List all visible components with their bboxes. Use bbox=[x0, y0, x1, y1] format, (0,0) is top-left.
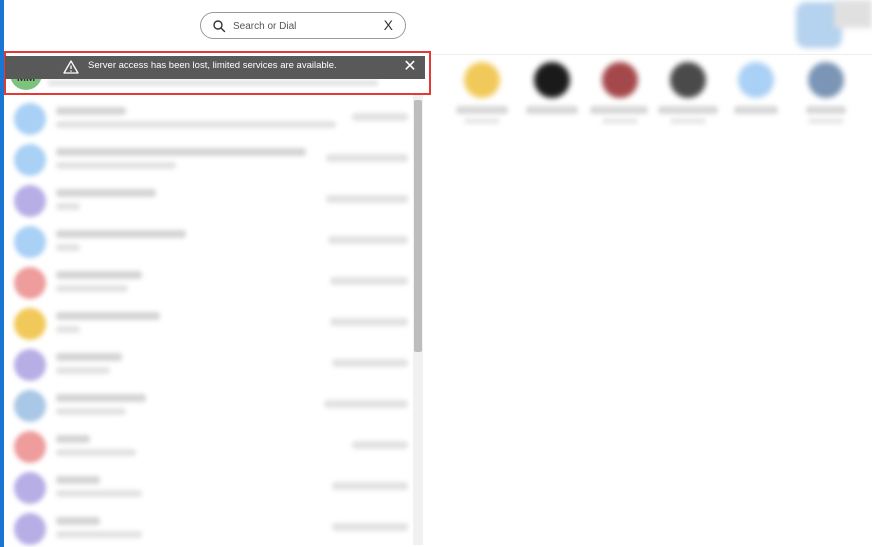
divider bbox=[426, 54, 872, 55]
search-bar[interactable]: X bbox=[200, 12, 406, 39]
list-item[interactable] bbox=[10, 470, 412, 506]
avatar bbox=[14, 103, 46, 135]
scrollbar-thumb[interactable] bbox=[414, 100, 422, 352]
avatar bbox=[14, 513, 46, 545]
contact-item[interactable] bbox=[584, 58, 654, 130]
contact-item[interactable] bbox=[652, 58, 722, 130]
search-clear-button[interactable]: X bbox=[384, 17, 393, 33]
avatar bbox=[14, 185, 46, 217]
avatar bbox=[14, 267, 46, 299]
list-item[interactable] bbox=[10, 183, 412, 219]
avatar bbox=[14, 431, 46, 463]
search-input[interactable] bbox=[233, 17, 373, 35]
list-item[interactable] bbox=[10, 347, 412, 383]
avatar bbox=[738, 62, 774, 98]
contact-item[interactable] bbox=[446, 58, 516, 130]
search-icon bbox=[213, 20, 226, 33]
list-item[interactable] bbox=[10, 429, 412, 465]
contact-item[interactable] bbox=[790, 58, 860, 130]
list-item[interactable] bbox=[10, 265, 412, 301]
contact-item[interactable] bbox=[720, 58, 790, 130]
list-item[interactable] bbox=[10, 101, 412, 137]
avatar bbox=[14, 308, 46, 340]
warning-icon bbox=[63, 60, 79, 74]
list-item[interactable] bbox=[10, 388, 412, 424]
list-item[interactable] bbox=[10, 306, 412, 342]
top-bar bbox=[4, 0, 872, 55]
avatar bbox=[14, 226, 46, 258]
avatar bbox=[670, 62, 706, 98]
window-controls bbox=[834, 0, 872, 28]
banner-message: Server access has been lost, limited ser… bbox=[88, 60, 337, 71]
list-item[interactable] bbox=[10, 511, 412, 547]
conversation-list bbox=[4, 55, 426, 547]
app-window: X bbox=[0, 0, 872, 547]
avatar bbox=[808, 62, 844, 98]
avatar bbox=[14, 349, 46, 381]
avatar bbox=[464, 62, 500, 98]
contact-item[interactable] bbox=[516, 58, 586, 130]
list-item[interactable] bbox=[10, 142, 412, 178]
list-item[interactable] bbox=[10, 224, 412, 260]
favorite-contacts bbox=[440, 58, 872, 138]
avatar bbox=[14, 144, 46, 176]
close-icon[interactable]: ✕ bbox=[401, 57, 419, 77]
avatar bbox=[14, 472, 46, 504]
avatar bbox=[14, 390, 46, 422]
avatar bbox=[602, 62, 638, 98]
avatar bbox=[534, 62, 570, 98]
